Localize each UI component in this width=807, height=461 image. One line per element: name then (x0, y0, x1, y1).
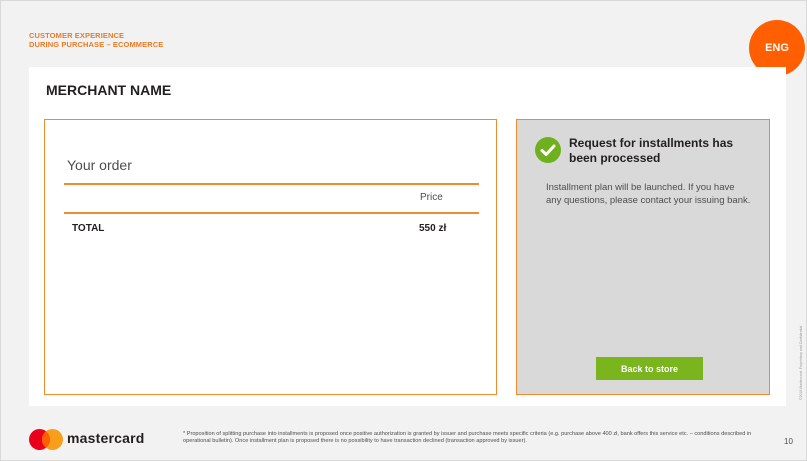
back-to-store-button[interactable]: Back to store (596, 357, 703, 380)
order-divider-top (64, 183, 479, 185)
check-circle-icon (535, 137, 561, 163)
status-title: Request for installments has been proces… (569, 136, 734, 165)
header-title: CUSTOMER EXPERIENCE DURING PURCHASE – EC… (29, 31, 164, 49)
mastercard-logo-icon (29, 429, 63, 450)
price-column-header: Price (420, 192, 443, 203)
total-value: 550 zł (419, 223, 447, 234)
footnote: * Proposition of splitting purchase into… (183, 431, 752, 444)
merchant-name: MERCHANT NAME (46, 82, 172, 98)
total-label: TOTAL (72, 223, 105, 234)
status-message: Installment plan will be launched. If yo… (546, 182, 751, 206)
mastercard-wordmark: mastercard (67, 430, 145, 446)
header-title-line-2: DURING PURCHASE – ECOMMERCE (29, 39, 164, 49)
copyright-notice: ©2018 Mastercard. Proprietary and Confid… (799, 324, 803, 400)
order-divider-header (64, 212, 479, 214)
order-title: Your order (67, 157, 132, 173)
page-number: 10 (784, 437, 793, 446)
